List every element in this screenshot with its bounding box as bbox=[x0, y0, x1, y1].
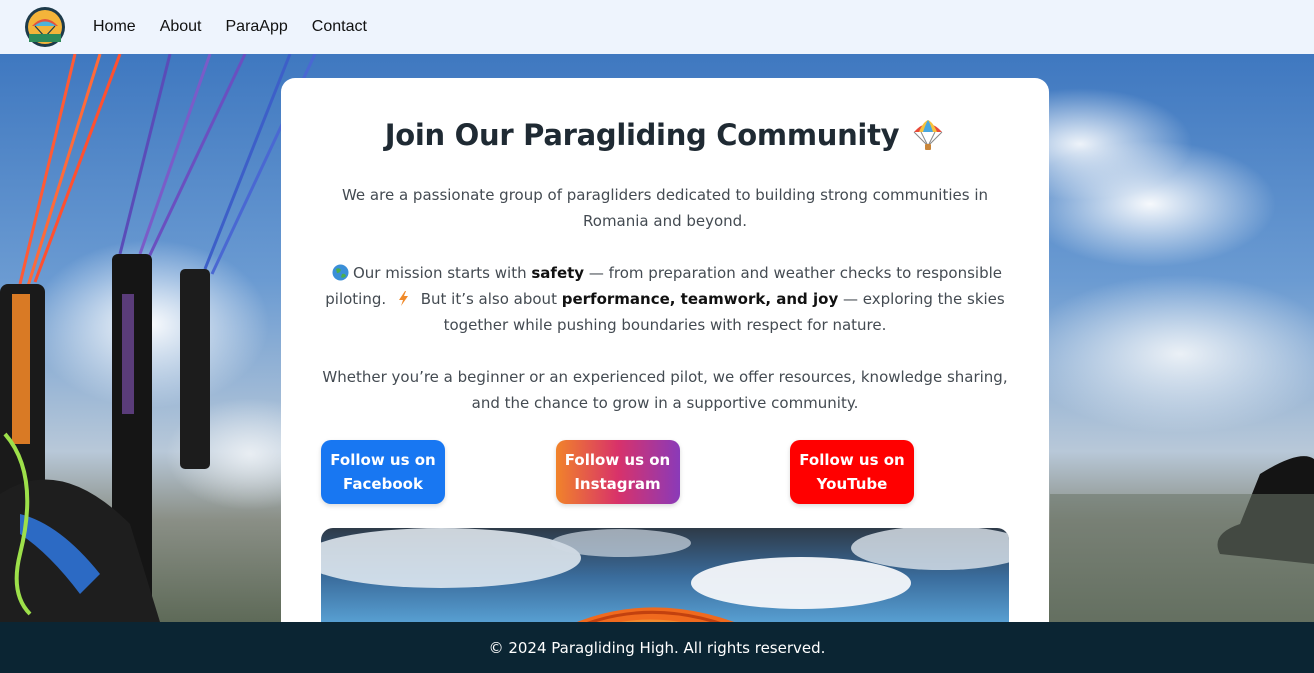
mission-bold-values: performance, teamwork, and joy bbox=[561, 290, 839, 308]
nav-home-link[interactable]: Home bbox=[93, 18, 136, 36]
nav-paraapp-link[interactable]: ParaApp bbox=[226, 18, 288, 36]
page-footer: © 2024 Paragliding High. All rights rese… bbox=[0, 622, 1314, 673]
youtube-button[interactable]: Follow us on YouTube bbox=[790, 440, 914, 504]
title-text: Join Our Paragliding Community bbox=[384, 118, 900, 152]
community-card: Join Our Paragliding Community We are a … bbox=[281, 78, 1049, 638]
youtube-button-line1: Follow us on bbox=[799, 451, 905, 469]
nav-contact-link[interactable]: Contact bbox=[312, 18, 367, 36]
closing-paragraph: Whether you’re a beginner or an experien… bbox=[322, 368, 1008, 412]
nav-about-link[interactable]: About bbox=[160, 18, 202, 36]
mission-paragraph: Our mission starts with safety — from pr… bbox=[321, 260, 1009, 338]
globe-icon bbox=[332, 264, 349, 281]
lightning-icon bbox=[398, 291, 408, 306]
facebook-button-line1: Follow us on bbox=[330, 451, 436, 469]
intro-paragraph: We are a passionate group of paragliders… bbox=[341, 186, 988, 230]
instagram-button-line1: Follow us on bbox=[564, 451, 671, 469]
facebook-button-line2: Facebook bbox=[343, 475, 423, 493]
facebook-button[interactable]: Follow us on Facebook bbox=[321, 440, 445, 504]
page-title: Join Our Paragliding Community bbox=[321, 118, 1009, 152]
parachute-icon bbox=[913, 120, 943, 150]
instagram-button[interactable]: Follow us on Instagram bbox=[555, 440, 680, 504]
mission-text-1: Our mission starts with bbox=[352, 264, 527, 282]
copyright-text: © 2024 Paragliding High. All rights rese… bbox=[488, 638, 826, 657]
top-navbar: Home About ParaApp Contact bbox=[0, 0, 1314, 54]
instagram-button-line2: Instagram bbox=[574, 475, 661, 493]
youtube-button-line2: YouTube bbox=[816, 475, 888, 493]
mission-text-3: But it’s also about bbox=[420, 290, 557, 308]
mission-bold-safety: safety bbox=[531, 264, 585, 282]
paraglider-logo-icon[interactable] bbox=[24, 6, 66, 48]
social-buttons: Follow us on Facebook Follow us on Instagr… bbox=[321, 440, 1009, 504]
